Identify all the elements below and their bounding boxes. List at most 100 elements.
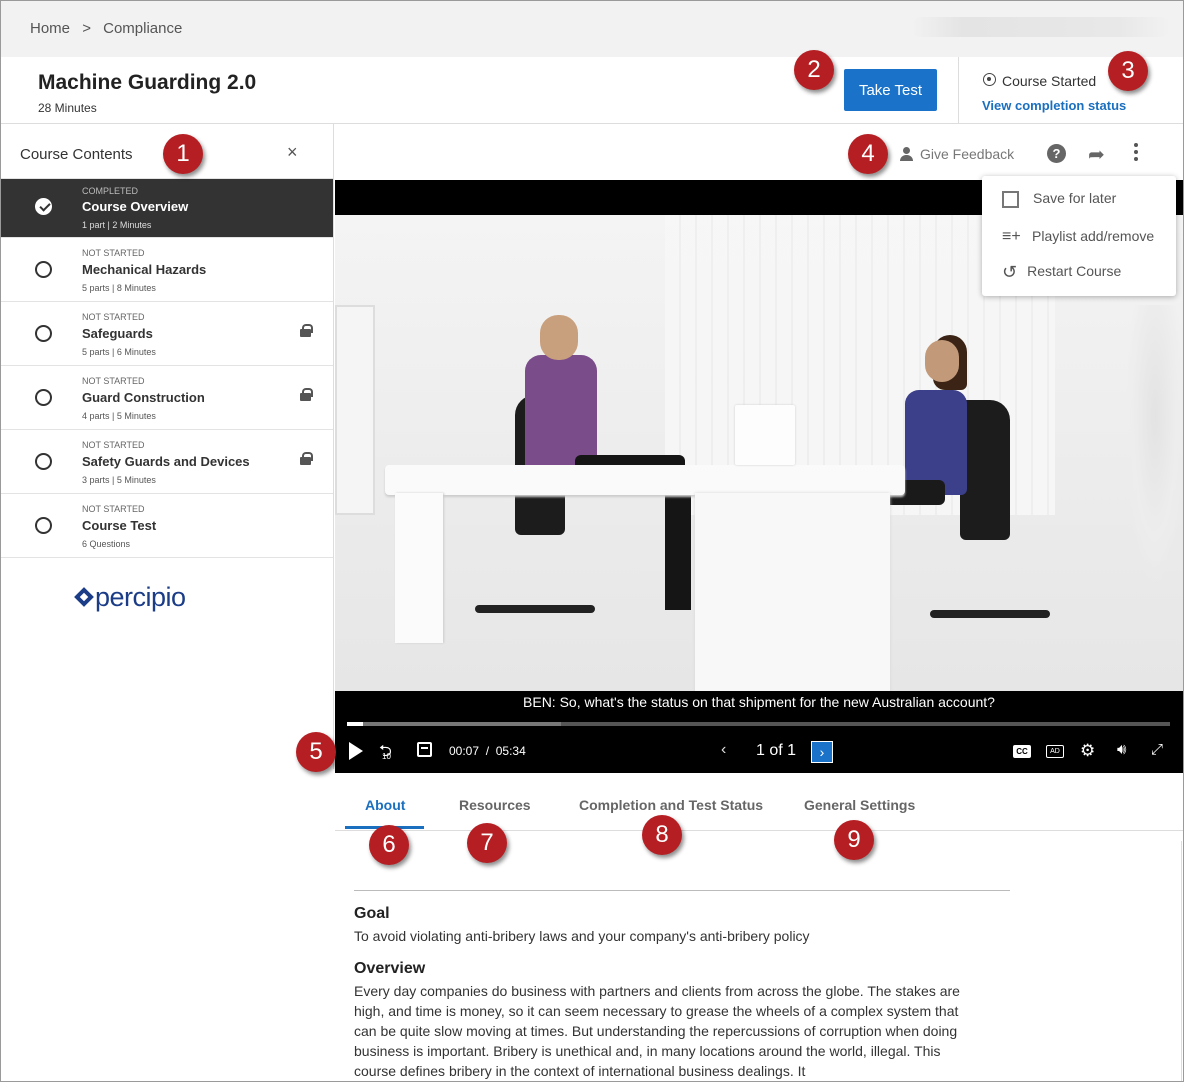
header-divider <box>958 57 959 124</box>
course-status: Course Started <box>1002 73 1097 89</box>
item-name: Guard Construction <box>82 390 205 405</box>
sidebar-item-course-test[interactable]: NOT STARTED Course Test 6 Questions <box>1 494 333 558</box>
item-status: NOT STARTED <box>82 504 145 514</box>
checkbox-icon[interactable] <box>1002 190 1019 208</box>
callout-badge-8: 8 <box>642 815 682 855</box>
tab-resources[interactable]: Resources <box>459 797 531 813</box>
item-meta: 1 part | 2 Minutes <box>82 220 152 230</box>
tab-general-settings[interactable]: General Settings <box>804 797 915 813</box>
video-time: 00:07 / 05:34 <box>449 744 526 758</box>
sidebar-item-course-overview[interactable]: COMPLETED Course Overview 1 part | 2 Min… <box>1 179 333 238</box>
breadcrumb: Home > Compliance <box>30 20 190 37</box>
menu-item-save-for-later[interactable]: Save for later <box>1002 190 1116 208</box>
check-icon <box>35 198 52 215</box>
share-icon[interactable]: ➦ <box>1088 142 1105 167</box>
callout-badge-7: 7 <box>467 823 507 863</box>
playlist-add-icon: ≡+ <box>1002 228 1021 246</box>
overview-heading: Overview <box>354 960 426 977</box>
item-meta: 4 parts | 5 Minutes <box>82 411 156 421</box>
give-feedback-button[interactable]: Give Feedback <box>900 145 1014 162</box>
overview-text: Every day companies do business with par… <box>354 983 960 1079</box>
item-status: NOT STARTED <box>82 312 145 322</box>
next-button[interactable]: › <box>811 741 833 763</box>
app-frame: Home > Compliance Machine Guarding 2.0 2… <box>0 0 1184 1082</box>
content-scroll-edge <box>1181 841 1182 1081</box>
closed-captions-icon[interactable]: CC <box>1013 745 1031 758</box>
played-progress <box>347 722 364 726</box>
more-options-icon[interactable] <box>1133 143 1139 163</box>
item-status: COMPLETED <box>82 186 139 196</box>
more-options-menu: Save for later ≡+ Playlist add/remove ↺ Re… <box>982 176 1176 296</box>
item-name: Safeguards <box>82 326 153 341</box>
replay-10-icon[interactable]: ⮌ 10 <box>379 740 392 767</box>
volume-icon[interactable]: 🔊︎ <box>1117 741 1126 758</box>
radio-empty-icon <box>35 325 52 342</box>
player-toolbar: Give Feedback ? ➦ <box>334 124 1183 180</box>
breadcrumb-home[interactable]: Home <box>30 20 70 37</box>
sidebar-item-safeguards[interactable]: NOT STARTED Safeguards 5 parts | 6 Minut… <box>1 302 333 366</box>
tab-about[interactable]: About <box>365 797 405 813</box>
callout-badge-4: 4 <box>848 134 888 174</box>
help-icon[interactable]: ? <box>1047 144 1066 163</box>
course-duration: 28 Minutes <box>38 101 97 115</box>
radio-empty-icon <box>35 261 52 278</box>
page-title: Machine Guarding 2.0 <box>38 71 257 94</box>
breadcrumb-compliance[interactable]: Compliance <box>103 20 182 37</box>
radio-empty-icon <box>35 389 52 406</box>
feedback-label: Give Feedback <box>920 146 1015 162</box>
audio-description-icon[interactable]: AD <box>1046 745 1064 758</box>
buffered-progress <box>347 722 561 726</box>
item-meta: 3 parts | 5 Minutes <box>82 475 156 485</box>
item-meta: 5 parts | 8 Minutes <box>82 283 156 293</box>
total-time: 05:34 <box>495 744 526 758</box>
item-status: NOT STARTED <box>82 376 145 386</box>
close-icon[interactable]: × <box>287 142 298 163</box>
gear-icon[interactable]: ⚙ <box>1080 741 1095 761</box>
item-name: Course Overview <box>82 199 189 214</box>
menu-label: Playlist add/remove <box>1032 228 1155 244</box>
menu-item-playlist[interactable]: ≡+ Playlist add/remove <box>1002 228 1154 246</box>
course-contents-sidebar: Course Contents × COMPLETED Course Overv… <box>1 124 334 769</box>
item-meta: 5 parts | 6 Minutes <box>82 347 156 357</box>
sidebar-item-safety-guards-and-devices[interactable]: NOT STARTED Safety Guards and Devices 3 … <box>1 430 333 494</box>
item-name: Safety Guards and Devices <box>82 454 250 469</box>
sidebar-item-guard-construction[interactable]: NOT STARTED Guard Construction 4 parts |… <box>1 366 333 430</box>
about-panel: Goal To avoid violating anti-bribery law… <box>354 890 1010 1079</box>
sidebar-title: Course Contents <box>20 146 133 163</box>
callout-badge-1: 1 <box>163 134 203 174</box>
sidebar-item-mechanical-hazards[interactable]: NOT STARTED Mechanical Hazards 5 parts |… <box>1 238 333 302</box>
menu-label: Save for later <box>1033 190 1117 206</box>
radio-empty-icon <box>35 453 52 470</box>
lock-icon <box>300 388 313 401</box>
item-name: Mechanical Hazards <box>82 262 207 277</box>
previous-icon[interactable]: ‹ <box>721 741 726 759</box>
callout-badge-5: 5 <box>296 732 336 772</box>
item-name: Course Test <box>82 518 157 533</box>
completion-status-link[interactable]: View completion status <box>982 98 1126 113</box>
feedback-icon <box>900 147 914 161</box>
item-status: NOT STARTED <box>82 440 145 450</box>
menu-item-restart-course[interactable]: ↺ Restart Course <box>1002 262 1121 283</box>
replay-seconds: 10 <box>382 752 391 761</box>
take-test-button[interactable]: Take Test <box>844 69 937 111</box>
percipio-logo: percipio <box>74 582 186 613</box>
goal-text: To avoid violating anti-bribery laws and… <box>354 928 810 944</box>
goal-heading: Goal <box>354 905 390 922</box>
page-indicator: 1 of 1 <box>756 742 797 759</box>
radio-empty-icon <box>35 517 52 534</box>
tab-completion-and-test-status[interactable]: Completion and Test Status <box>579 797 763 813</box>
breadcrumb-bar: Home > Compliance <box>1 1 1183 57</box>
transcript-icon[interactable] <box>417 742 432 757</box>
callout-badge-9: 9 <box>834 820 874 860</box>
video-progress-bar[interactable] <box>347 722 1170 726</box>
item-meta: 6 Questions <box>82 539 131 549</box>
course-tabs: About Resources Completion and Test Stat… <box>335 773 1183 831</box>
lock-icon <box>300 452 313 465</box>
item-status: NOT STARTED <box>82 248 145 258</box>
play-icon[interactable] <box>349 742 363 760</box>
video-caption: BEN: So, what's the status on that shipm… <box>523 694 995 710</box>
breadcrumb-separator: > <box>82 20 91 37</box>
logo-text: percipio <box>95 582 186 612</box>
fullscreen-icon[interactable]: ⤢ <box>1151 741 1163 758</box>
restart-icon: ↺ <box>1002 262 1018 282</box>
